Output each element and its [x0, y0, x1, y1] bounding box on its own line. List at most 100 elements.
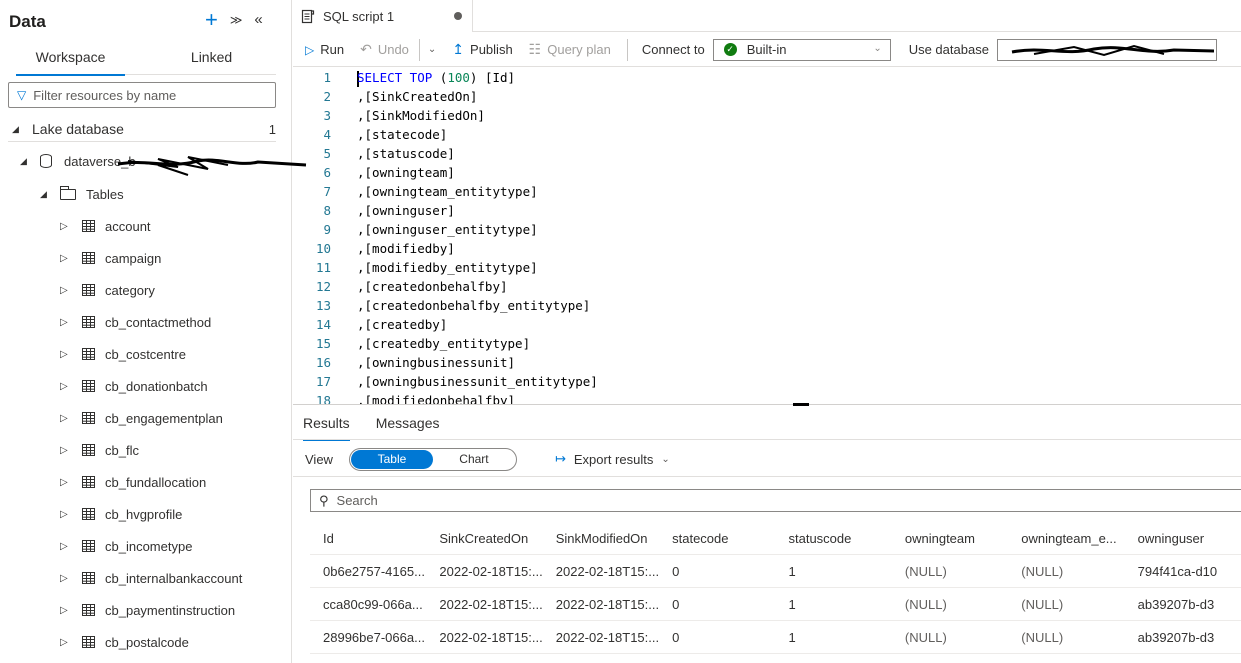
splitter-handle[interactable] — [793, 403, 809, 406]
tab-workspace[interactable]: Workspace — [16, 44, 126, 76]
panel-title: Data — [9, 12, 46, 31]
collapsed-caret-icon[interactable]: ▷ — [60, 509, 82, 520]
table-name: cb_engagementplan — [105, 410, 223, 426]
plus-icon[interactable]: + — [205, 9, 218, 31]
expanded-caret-icon[interactable]: ◢ — [20, 156, 34, 167]
column-header[interactable]: Id — [310, 531, 426, 546]
code-text: ,[owninguser_entitytype] — [357, 222, 538, 237]
collapsed-caret-icon[interactable]: ▷ — [60, 605, 82, 616]
tree-table-item[interactable]: ▷ cb_internalbankaccount — [60, 567, 242, 589]
collapsed-caret-icon[interactable]: ▷ — [60, 573, 82, 584]
collapsed-caret-icon[interactable]: ▷ — [60, 349, 82, 360]
export-results-button[interactable]: ↦ Export results ⌄ — [555, 451, 670, 467]
view-toggle: Table Chart — [348, 447, 517, 471]
tree-tables-folder[interactable]: ◢ Tables — [40, 183, 124, 205]
export-results-label: Export results — [573, 451, 654, 467]
code-line: 12 ,[createdonbehalfby] — [293, 277, 1241, 296]
collapse-all-icon[interactable]: ≫ — [230, 10, 243, 30]
expanded-caret-icon[interactable]: ◢ — [12, 124, 26, 135]
collapsed-caret-icon[interactable]: ▷ — [60, 285, 82, 296]
view-table-option[interactable]: Table — [350, 449, 433, 469]
tree-table-item[interactable]: ▷ cb_postalcode — [60, 631, 189, 653]
table-icon — [82, 636, 95, 648]
collapsed-caret-icon[interactable]: ▷ — [60, 221, 82, 232]
query-plan-button[interactable]: ☷ Query plan — [529, 41, 611, 58]
editor-toolbar: ▷ Run ↶ Undo ⌄ ↥ Publish ☷ Query plan Co… — [293, 33, 1241, 67]
pane-splitter[interactable] — [293, 404, 1241, 405]
undo-label: Undo — [377, 42, 409, 57]
tab-linked[interactable]: Linked — [147, 44, 276, 74]
view-bar: View Table Chart ↦ Export results ⌄ — [305, 447, 670, 471]
tree-table-item[interactable]: ▷ cb_engagementplan — [60, 407, 223, 429]
redaction-scribble — [1011, 44, 1214, 56]
view-chart-option[interactable]: Chart — [433, 450, 515, 469]
table-cell: 2022-02-18T15:... — [439, 629, 543, 645]
collapsed-caret-icon[interactable]: ▷ — [60, 541, 82, 552]
tab-messages[interactable]: Messages — [376, 409, 440, 439]
collapsed-caret-icon[interactable]: ▷ — [60, 445, 82, 456]
filter-input[interactable] — [33, 87, 264, 103]
column-header[interactable]: SinkModifiedOn — [543, 531, 659, 546]
table-row[interactable]: 0b6e2757-4165... 2022-02-18T15:... 2022-02… — [310, 555, 1241, 588]
use-database-dropdown[interactable] — [996, 38, 1217, 61]
table-cell: 1 — [788, 596, 796, 612]
hide-panel-icon[interactable]: « — [254, 10, 262, 30]
tree-table-item[interactable]: ▷ campaign — [60, 247, 161, 269]
results-search-input[interactable] — [336, 493, 737, 508]
undo-dropdown-button[interactable]: ⌄ — [428, 44, 436, 55]
column-header[interactable]: owningteam — [892, 531, 1008, 546]
column-header[interactable]: statuscode — [776, 531, 892, 546]
check-circle-icon: ✓ — [723, 43, 737, 56]
collapsed-caret-icon[interactable]: ▷ — [60, 637, 82, 648]
table-row[interactable]: 28996be7-066a... 2022-02-18T15:... 2022-02… — [310, 621, 1241, 654]
tree-table-item[interactable]: ▷ account — [60, 215, 151, 237]
column-header[interactable]: owninguser — [1125, 531, 1241, 546]
tree-table-item[interactable]: ▷ cb_incometype — [60, 535, 192, 557]
table-cell: (NULL) — [904, 629, 947, 645]
code-line: 13 ,[createdonbehalfby_entitytype] — [293, 296, 1241, 315]
unsaved-indicator-icon — [454, 12, 462, 20]
tree-table-item[interactable]: ▷ cb_contactmethod — [60, 311, 211, 333]
table-cell: 1 — [788, 563, 796, 579]
database-icon — [40, 154, 52, 168]
collapsed-caret-icon[interactable]: ▷ — [60, 477, 82, 488]
collapsed-caret-icon[interactable]: ▷ — [60, 317, 82, 328]
tree-table-item[interactable]: ▷ cb_flc — [60, 439, 139, 461]
divider — [293, 476, 1241, 477]
collapsed-caret-icon[interactable]: ▷ — [60, 253, 82, 264]
publish-button[interactable]: ↥ Publish — [452, 41, 512, 58]
table-icon — [82, 540, 95, 552]
tree-lake-database[interactable]: ◢ Lake database 1 — [12, 118, 280, 140]
tree-table-item[interactable]: ▷ category — [60, 279, 155, 301]
column-header[interactable]: SinkCreatedOn — [426, 531, 542, 546]
code-text: ,[owningteam_entitytype] — [357, 184, 538, 199]
table-name: cb_costcentre — [105, 346, 186, 362]
tab-sql-script[interactable]: SQL script 1 — [293, 0, 473, 32]
collapsed-caret-icon[interactable]: ▷ — [60, 381, 82, 392]
column-header[interactable]: owningteam_e... — [1008, 531, 1124, 546]
tree-table-item[interactable]: ▷ cb_hvgprofile — [60, 503, 182, 525]
query-plan-icon: ☷ — [528, 41, 542, 57]
publish-icon: ↥ — [452, 41, 465, 57]
tree-table-item[interactable]: ▷ cb_paymentinstruction — [60, 599, 235, 621]
tab-results[interactable]: Results — [303, 409, 350, 441]
tree-table-item[interactable]: ▷ cb_fundallocation — [60, 471, 206, 493]
undo-button[interactable]: ↶ Undo — [360, 41, 409, 58]
column-header[interactable]: statecode — [659, 531, 775, 546]
tree-table-item[interactable]: ▷ cb_costcentre — [60, 343, 186, 365]
connect-to-dropdown[interactable]: ✓ Built-in ⌄ — [712, 38, 891, 61]
code-line: 14 ,[createdby] — [293, 315, 1241, 334]
use-database-label: Use database — [908, 42, 989, 57]
tree-table-item[interactable]: ▷ cb_donationbatch — [60, 375, 208, 397]
collapsed-caret-icon[interactable]: ▷ — [60, 413, 82, 424]
line-number: 16 — [315, 355, 331, 370]
connect-to-value: Built-in — [746, 42, 787, 57]
table-name: account — [105, 218, 151, 234]
table-cell: 1 — [788, 629, 796, 645]
code-editor[interactable]: 1 SELECT TOP (100) [Id] 2 ,[SinkCreatedOn] 3… — [293, 68, 1241, 404]
table-row[interactable]: cca80c99-066a... 2022-02-18T15:... 2022-02… — [310, 588, 1241, 621]
expanded-caret-icon[interactable]: ◢ — [40, 189, 54, 200]
connect-to-label: Connect to — [641, 42, 705, 57]
run-button[interactable]: ▷ Run — [305, 42, 344, 57]
line-number: 9 — [323, 222, 331, 237]
